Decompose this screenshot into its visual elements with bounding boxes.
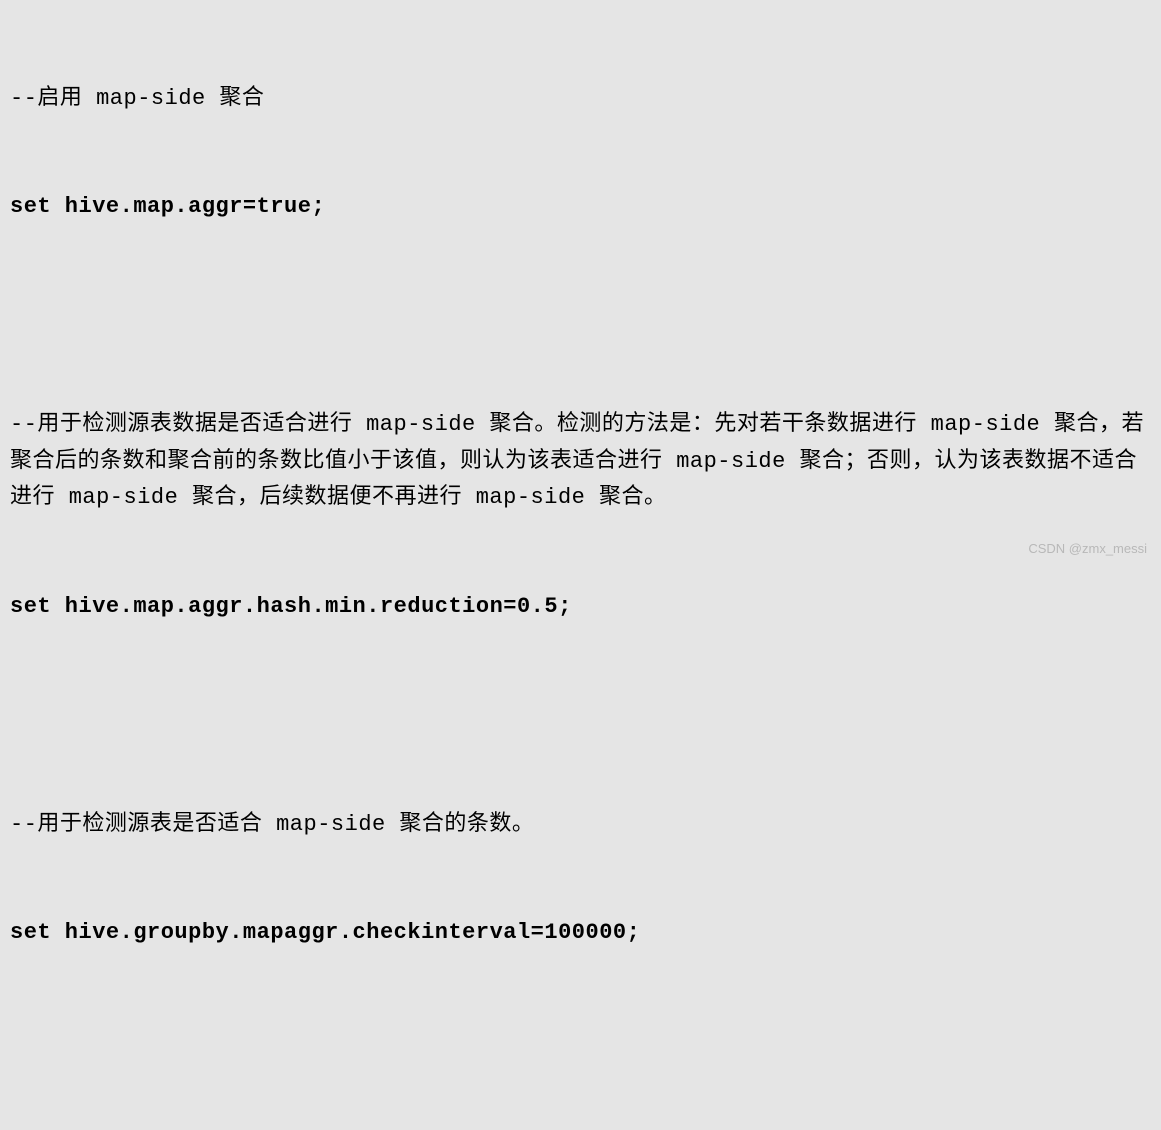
blank-line — [10, 298, 1151, 334]
statement-line: set hive.map.aggr.hash.min.reduction=0.5… — [10, 589, 1151, 625]
blank-line — [10, 1024, 1151, 1060]
comment-line: --启用 map-side 聚合 — [10, 81, 1151, 117]
statement-line: set hive.map.aggr=true; — [10, 189, 1151, 225]
blank-line — [10, 698, 1151, 734]
comment-line: --用于检测源表数据是否适合进行 map-side 聚合。检测的方法是：先对若干… — [10, 407, 1151, 516]
watermark: CSDN @zmx_messi — [1028, 538, 1147, 559]
statement-line: set hive.groupby.mapaggr.checkinterval=1… — [10, 915, 1151, 951]
code-block: --启用 map-side 聚合 set hive.map.aggr=true;… — [10, 8, 1151, 1130]
comment-line: --用于检测源表是否适合 map-side 聚合的条数。 — [10, 807, 1151, 843]
